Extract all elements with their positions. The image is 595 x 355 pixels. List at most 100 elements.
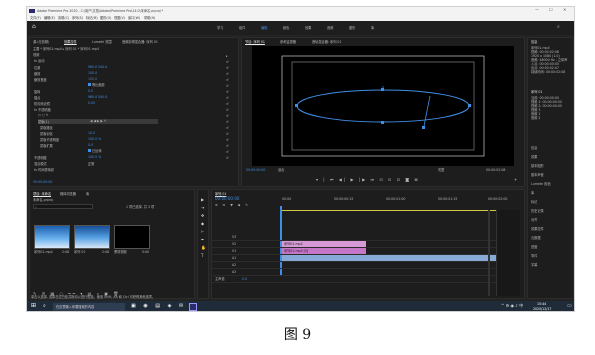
- project-search-input[interactable]: ⌕: [33, 204, 93, 209]
- work-area-bar[interactable]: [280, 210, 504, 211]
- add-button-icon[interactable]: +: [514, 178, 517, 182]
- clock-time[interactable]: 15:44: [537, 302, 546, 306]
- project-panel: 项目: 未命名 媒体浏览器 库 未命名.prproj ⌕ 1 项已选择, 共 3…: [29, 189, 195, 299]
- mask-tracking-controls[interactable]: ◀ ◀ ▶ ▶ ✎: [90, 119, 107, 123]
- vertical-scrollbar[interactable]: [488, 210, 490, 296]
- quality-select[interactable]: 完整: [438, 168, 444, 172]
- tab-lumetri-scopes[interactable]: Lumetri 范围: [92, 39, 112, 44]
- mask-feather-value[interactable]: 10.0: [88, 131, 95, 135]
- tab-project[interactable]: 项目: 未命名: [33, 191, 51, 196]
- tab-effect-controls[interactable]: 效果控件: [64, 39, 77, 44]
- search-icon[interactable]: ⌕: [557, 25, 560, 30]
- fx-opacity[interactable]: fx 不透明度: [34, 107, 51, 112]
- panel-list-lumetri-color[interactable]: Lumetri 颜色: [531, 182, 551, 186]
- panel-list-essential-graphics[interactable]: 基本图形: [531, 164, 544, 168]
- menu-help[interactable]: 帮助(H): [144, 16, 155, 20]
- workspace-color[interactable]: 颜色: [283, 26, 289, 30]
- tab-audio-track-mixer[interactable]: 音轨混合器: 序列 01: [312, 39, 341, 44]
- menu-window[interactable]: 窗口(W): [128, 16, 140, 20]
- menu-edit[interactable]: 编辑(E): [44, 16, 55, 20]
- workspace-learn[interactable]: 学习: [217, 26, 223, 30]
- playback-controls[interactable]: ▾ | ⏮ ◀| ▶ |▶ ⏭ ⊡ ⊡ ⊡ ◙ ⊠: [316, 178, 420, 182]
- workspace-editing[interactable]: 编辑: [261, 26, 267, 30]
- panel-list-markers[interactable]: 标记: [531, 200, 537, 204]
- ellipse-mask[interactable]: [296, 89, 470, 123]
- project-item-thumb-2[interactable]: [114, 225, 150, 249]
- prop-scale-value[interactable]: 100.0: [88, 71, 97, 75]
- timeline-timecode[interactable]: 00:00:00:00: [215, 197, 239, 201]
- fit-select[interactable]: 适合: [278, 168, 284, 172]
- close-button[interactable]: ✕: [563, 8, 566, 12]
- timeline-toolbar[interactable]: ⊕ ⊡ ▼ ◆ ✎: [215, 203, 250, 207]
- vertex-right[interactable]: [468, 104, 471, 107]
- mask-opacity-value[interactable]: 100.0 %: [88, 137, 101, 141]
- uniform-scale-checkbox[interactable]: 等比缩放: [88, 83, 105, 87]
- taskbar-search-box[interactable]: 在这里输入你要搜索的内容: [53, 303, 125, 311]
- panel-list-history[interactable]: 历史记录: [531, 209, 544, 213]
- menu-graphics[interactable]: 图形(G): [100, 16, 111, 20]
- tab-libraries[interactable]: 库: [86, 191, 89, 196]
- fx-time-remapping[interactable]: fx 时间重映射: [34, 167, 54, 172]
- fx-motion[interactable]: fx 运动: [34, 59, 44, 63]
- workspace-audio[interactable]: 音频: [327, 26, 333, 30]
- tab-source[interactable]: 源:(无剪辑): [33, 39, 49, 44]
- menu-marker[interactable]: 标记(M): [86, 16, 98, 20]
- panel-list-progress[interactable]: 进度: [531, 245, 537, 249]
- project-item-thumb-1[interactable]: [74, 225, 110, 249]
- panel-list-libraries[interactable]: 库: [531, 191, 534, 195]
- video-frame[interactable]: [252, 46, 514, 166]
- prop-rotation-value[interactable]: 0.0: [88, 89, 93, 93]
- menu-sequence[interactable]: 序列(S): [72, 16, 83, 20]
- start-icon[interactable]: ⊞: [31, 303, 36, 309]
- maximize-button[interactable]: ☐: [549, 8, 553, 12]
- panel-list-events[interactable]: 事件: [531, 254, 537, 258]
- menu-view[interactable]: 视图(V): [114, 16, 125, 20]
- search-icon[interactable]: ⌕: [43, 304, 46, 309]
- mask-shape-icons[interactable]: ○ □ ✎: [38, 113, 49, 117]
- mask-expansion-value[interactable]: 0.0: [88, 143, 93, 147]
- prop-anti-flicker-value[interactable]: 0.00: [88, 101, 95, 105]
- premiere-taskbar-icon[interactable]: [189, 303, 197, 311]
- panel-list-essential-sound[interactable]: 基本声音: [531, 173, 544, 177]
- feather-handle[interactable]: [423, 95, 431, 127]
- notification-icon[interactable]: ▭: [567, 304, 572, 309]
- vertex-feather[interactable]: [422, 126, 425, 129]
- vertex-top[interactable]: [381, 88, 384, 91]
- master-volume[interactable]: 0.0: [242, 277, 247, 281]
- keyframe-toggle-icons[interactable]: ▸ ↺ ↺ ↺ ↺ ↺ ↺ ↺ ↺ ↺ ↺ ↺ ↺ ↺ ↺ ↺ ↺ ↺: [226, 53, 229, 161]
- blend-mode-select[interactable]: 正常: [88, 161, 94, 166]
- menu-file[interactable]: 文件(F): [30, 16, 41, 20]
- tool-icons[interactable]: ▶ ⇥ ✥ ◆ ⊢ ✒ ✋ T: [201, 196, 206, 260]
- project-item-thumb-0[interactable]: [34, 225, 70, 249]
- prop-opacity-value[interactable]: 100.0 %: [88, 155, 101, 159]
- tray-icons[interactable]: ^ ⚙ ◉ ♪ 中: [501, 304, 523, 308]
- tab-audio-clip-mixer[interactable]: 音频剪辑混合器: 序列 01: [122, 39, 158, 44]
- panel-list-effects[interactable]: 效果: [531, 155, 537, 159]
- workspace-graphics[interactable]: 图形: [349, 26, 355, 30]
- clock-date[interactable]: 2020/12/17: [533, 307, 551, 311]
- panel-list-align[interactable]: 对齐: [531, 218, 537, 222]
- tab-program[interactable]: 节目: 序列 01: [245, 39, 265, 44]
- vertex-bottom[interactable]: [381, 121, 384, 124]
- panel-list-captions[interactable]: 字幕: [531, 263, 537, 267]
- workspace-assembly[interactable]: 组件: [239, 26, 245, 30]
- panel-list-effect-controls[interactable]: 效果控件: [531, 227, 544, 231]
- effect-controls-timecode[interactable]: 00:00:00:00: [33, 180, 52, 184]
- program-timecode[interactable]: 00:00:00:00: [246, 168, 265, 172]
- tab-media-browser[interactable]: 媒体浏览器: [60, 191, 76, 196]
- workspace-libraries[interactable]: 库: [371, 26, 374, 30]
- panel-list-metadata[interactable]: 元数据: [531, 236, 541, 240]
- inverted-checkbox[interactable]: 已反转: [88, 149, 102, 153]
- clip-a1[interactable]: [282, 255, 508, 261]
- menu-clip[interactable]: 剪辑(C): [58, 16, 69, 20]
- prop-position-value[interactable]: 960.0 540.0: [88, 65, 107, 69]
- vertex-left[interactable]: [295, 104, 298, 107]
- tab-reference-monitor[interactable]: 参考监视器: [280, 39, 296, 44]
- track-label-a2: A2: [232, 263, 237, 267]
- minimize-button[interactable]: —: [535, 8, 539, 12]
- workspace-effects[interactable]: 效果: [305, 26, 311, 30]
- prop-anchor-value[interactable]: 960.0 540.0: [88, 95, 107, 99]
- prop-anchor: 锚点: [34, 96, 41, 100]
- home-icon[interactable]: ⌂: [32, 24, 36, 30]
- panel-list-info[interactable]: 信息: [531, 146, 537, 150]
